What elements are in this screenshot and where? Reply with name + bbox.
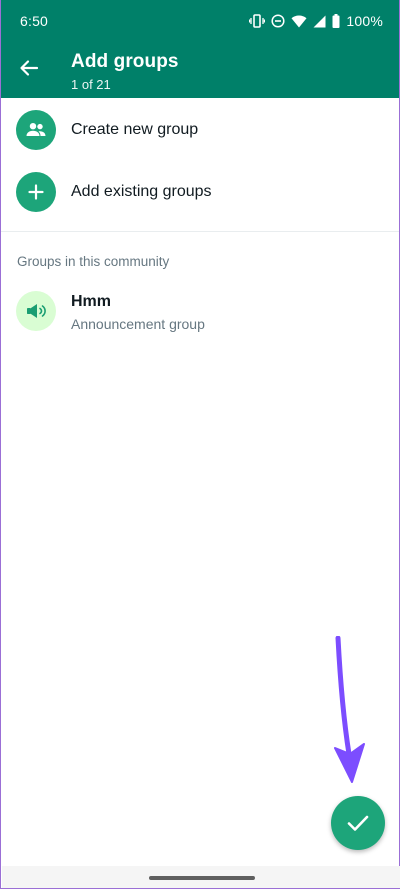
group-icon xyxy=(26,123,46,136)
system-nav-bar xyxy=(2,866,400,888)
status-icons: 100% xyxy=(249,13,383,29)
group-item[interactable] xyxy=(1,280,399,342)
wifi-icon xyxy=(291,15,307,28)
group-avatar xyxy=(16,291,56,331)
vibrate-icon xyxy=(249,14,266,28)
signal-icon xyxy=(313,15,326,28)
plus-icon xyxy=(28,184,44,200)
home-handle[interactable] xyxy=(149,876,255,880)
arrow-back-icon xyxy=(20,60,39,76)
add-existing-groups-label: Add existing groups xyxy=(71,183,212,200)
status-time: 6:50 xyxy=(20,13,49,29)
confirm-button[interactable] xyxy=(331,796,385,850)
page-title: Add groups xyxy=(71,51,179,72)
create-new-group-label: Create new group xyxy=(71,121,199,138)
create-new-group-item[interactable]: Create new group xyxy=(1,100,399,160)
add-existing-groups-item[interactable]: Add existing groups xyxy=(1,162,399,222)
back-button[interactable] xyxy=(15,54,43,82)
app-bar: Add groups 1 of 21 xyxy=(1,46,399,96)
app-header: 6:50 100% Add groups 1 of 21 xyxy=(1,0,399,98)
section-divider xyxy=(1,231,399,232)
do-not-disturb-icon xyxy=(271,14,285,28)
group-subtitle: Announcement group xyxy=(71,316,205,332)
section-title: Groups in this community xyxy=(17,254,170,269)
screen: 6:50 100% Add groups 1 of 21 Create new … xyxy=(0,0,400,889)
add-groups-avatar xyxy=(16,172,56,212)
battery-icon xyxy=(332,14,340,28)
page-subtitle: 1 of 21 xyxy=(71,77,111,92)
check-icon xyxy=(347,815,369,831)
status-bar: 6:50 100% xyxy=(1,0,399,42)
annotation-arrow-icon xyxy=(334,636,365,783)
create-group-avatar xyxy=(16,110,56,150)
battery-percent: 100% xyxy=(346,13,383,29)
group-name: Hmm xyxy=(71,293,112,310)
megaphone-icon xyxy=(27,304,46,318)
